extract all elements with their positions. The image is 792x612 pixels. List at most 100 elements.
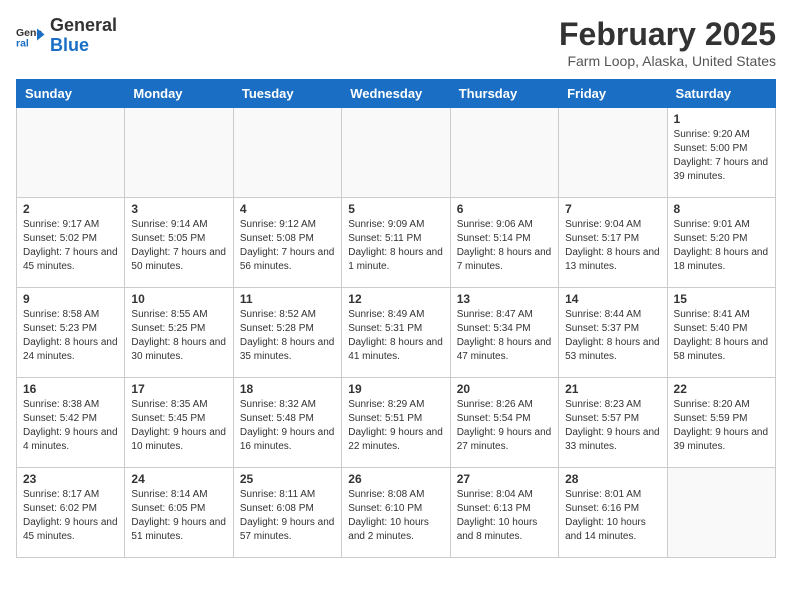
day-info: Sunrise: 8:58 AM Sunset: 5:23 PM Dayligh… (23, 308, 118, 364)
calendar-cell: 18 Sunrise: 8:32 AM Sunset: 5:48 PM Dayli… (233, 378, 341, 468)
day-number: 24 (131, 472, 226, 486)
day-number: 25 (240, 472, 335, 486)
day-info: Sunrise: 8:08 AM Sunset: 6:10 PM Dayligh… (348, 488, 443, 544)
day-info: Sunrise: 8:35 AM Sunset: 5:45 PM Dayligh… (131, 398, 226, 454)
day-number: 18 (240, 382, 335, 396)
day-info: Sunrise: 8:01 AM Sunset: 6:16 PM Dayligh… (565, 488, 660, 544)
calendar-week-row: 2 Sunrise: 9:17 AM Sunset: 5:02 PM Daylig… (17, 198, 776, 288)
logo-blue: Blue (50, 35, 89, 55)
day-number: 17 (131, 382, 226, 396)
calendar-cell: 2 Sunrise: 9:17 AM Sunset: 5:02 PM Daylig… (17, 198, 125, 288)
day-number: 10 (131, 292, 226, 306)
day-number: 14 (565, 292, 660, 306)
calendar-week-row: 23Sunrise: 8:17 AM Sunset: 6:02 PM Dayli… (17, 468, 776, 558)
calendar-cell: 25 Sunrise: 8:11 AM Sunset: 6:08 PM Dayli… (233, 468, 341, 558)
calendar-cell: 6 Sunrise: 9:06 AM Sunset: 5:14 PM Daylig… (450, 198, 558, 288)
calendar-cell: 4 Sunrise: 9:12 AM Sunset: 5:08 PM Daylig… (233, 198, 341, 288)
calendar-cell: 26 Sunrise: 8:08 AM Sunset: 6:10 PM Dayli… (342, 468, 450, 558)
calendar-cell (559, 108, 667, 198)
day-info: Sunrise: 8:23 AM Sunset: 5:57 PM Dayligh… (565, 398, 660, 454)
calendar-cell: 22Sunrise: 8:20 AM Sunset: 5:59 PM Dayli… (667, 378, 775, 468)
calendar-cell: 23Sunrise: 8:17 AM Sunset: 6:02 PM Dayli… (17, 468, 125, 558)
day-number: 28 (565, 472, 660, 486)
day-number: 7 (565, 202, 660, 216)
day-number: 2 (23, 202, 118, 216)
day-info: Sunrise: 8:26 AM Sunset: 5:54 PM Dayligh… (457, 398, 552, 454)
svg-text:ral: ral (16, 37, 29, 49)
day-info: Sunrise: 8:47 AM Sunset: 5:34 PM Dayligh… (457, 308, 552, 364)
day-number: 8 (674, 202, 769, 216)
calendar-cell: 28 Sunrise: 8:01 AM Sunset: 6:16 PM Dayli… (559, 468, 667, 558)
day-number: 13 (457, 292, 552, 306)
day-info: Sunrise: 9:06 AM Sunset: 5:14 PM Dayligh… (457, 218, 552, 274)
logo-general: General (50, 15, 117, 35)
day-info: Sunrise: 9:12 AM Sunset: 5:08 PM Dayligh… (240, 218, 335, 274)
calendar-header-friday: Friday (559, 80, 667, 108)
day-info: Sunrise: 8:11 AM Sunset: 6:08 PM Dayligh… (240, 488, 335, 544)
calendar-cell (667, 468, 775, 558)
calendar-table: SundayMondayTuesdayWednesdayThursdayFrid… (16, 79, 776, 558)
logo-icon: Gene ral (16, 21, 46, 51)
calendar-cell: 10 Sunrise: 8:55 AM Sunset: 5:25 PM Dayli… (125, 288, 233, 378)
calendar-week-row: 16 Sunrise: 8:38 AM Sunset: 5:42 PM Dayli… (17, 378, 776, 468)
day-number: 27 (457, 472, 552, 486)
title-area: February 2025 Farm Loop, Alaska, United … (559, 16, 776, 69)
day-info: Sunrise: 9:17 AM Sunset: 5:02 PM Dayligh… (23, 218, 118, 274)
day-number: 6 (457, 202, 552, 216)
day-info: Sunrise: 8:38 AM Sunset: 5:42 PM Dayligh… (23, 398, 118, 454)
calendar-cell: 27 Sunrise: 8:04 AM Sunset: 6:13 PM Dayli… (450, 468, 558, 558)
day-number: 4 (240, 202, 335, 216)
calendar-week-row: 9 Sunrise: 8:58 AM Sunset: 5:23 PM Daylig… (17, 288, 776, 378)
day-info: Sunrise: 9:04 AM Sunset: 5:17 PM Dayligh… (565, 218, 660, 274)
calendar-cell: 9 Sunrise: 8:58 AM Sunset: 5:23 PM Daylig… (17, 288, 125, 378)
calendar-cell (125, 108, 233, 198)
calendar-cell: 20Sunrise: 8:26 AM Sunset: 5:54 PM Dayli… (450, 378, 558, 468)
calendar-cell (342, 108, 450, 198)
calendar-cell (450, 108, 558, 198)
calendar-header-sunday: Sunday (17, 80, 125, 108)
day-number: 16 (23, 382, 118, 396)
day-info: Sunrise: 8:32 AM Sunset: 5:48 PM Dayligh… (240, 398, 335, 454)
day-info: Sunrise: 8:17 AM Sunset: 6:02 PM Dayligh… (23, 488, 118, 544)
day-info: Sunrise: 8:44 AM Sunset: 5:37 PM Dayligh… (565, 308, 660, 364)
day-info: Sunrise: 8:55 AM Sunset: 5:25 PM Dayligh… (131, 308, 226, 364)
day-info: Sunrise: 9:01 AM Sunset: 5:20 PM Dayligh… (674, 218, 769, 274)
calendar-cell: 15 Sunrise: 8:41 AM Sunset: 5:40 PM Dayli… (667, 288, 775, 378)
calendar-cell: 7 Sunrise: 9:04 AM Sunset: 5:17 PM Daylig… (559, 198, 667, 288)
day-info: Sunrise: 8:52 AM Sunset: 5:28 PM Dayligh… (240, 308, 335, 364)
logo: Gene ral General Blue (16, 16, 117, 56)
calendar-cell: 11 Sunrise: 8:52 AM Sunset: 5:28 PM Dayli… (233, 288, 341, 378)
calendar-header-tuesday: Tuesday (233, 80, 341, 108)
logo-text: General Blue (50, 16, 117, 56)
calendar-cell: 21 Sunrise: 8:23 AM Sunset: 5:57 PM Dayli… (559, 378, 667, 468)
calendar-cell: 17 Sunrise: 8:35 AM Sunset: 5:45 PM Dayli… (125, 378, 233, 468)
calendar-header-thursday: Thursday (450, 80, 558, 108)
day-number: 26 (348, 472, 443, 486)
day-info: Sunrise: 8:29 AM Sunset: 5:51 PM Dayligh… (348, 398, 443, 454)
day-number: 3 (131, 202, 226, 216)
day-number: 1 (674, 112, 769, 126)
day-info: Sunrise: 8:04 AM Sunset: 6:13 PM Dayligh… (457, 488, 552, 544)
calendar-week-row: 1Sunrise: 9:20 AM Sunset: 5:00 PM Daylig… (17, 108, 776, 198)
day-number: 15 (674, 292, 769, 306)
calendar-cell: 12Sunrise: 8:49 AM Sunset: 5:31 PM Dayli… (342, 288, 450, 378)
day-number: 5 (348, 202, 443, 216)
day-info: Sunrise: 9:14 AM Sunset: 5:05 PM Dayligh… (131, 218, 226, 274)
page-header: Gene ral General Blue February 2025 Farm… (16, 16, 776, 69)
day-number: 11 (240, 292, 335, 306)
location-subtitle: Farm Loop, Alaska, United States (559, 53, 776, 69)
day-info: Sunrise: 8:14 AM Sunset: 6:05 PM Dayligh… (131, 488, 226, 544)
day-number: 22 (674, 382, 769, 396)
calendar-cell: 1Sunrise: 9:20 AM Sunset: 5:00 PM Daylig… (667, 108, 775, 198)
day-info: Sunrise: 8:41 AM Sunset: 5:40 PM Dayligh… (674, 308, 769, 364)
day-number: 9 (23, 292, 118, 306)
calendar-cell: 5Sunrise: 9:09 AM Sunset: 5:11 PM Daylig… (342, 198, 450, 288)
month-title: February 2025 (559, 16, 776, 53)
calendar-cell: 16 Sunrise: 8:38 AM Sunset: 5:42 PM Dayli… (17, 378, 125, 468)
calendar-cell: 14 Sunrise: 8:44 AM Sunset: 5:37 PM Dayli… (559, 288, 667, 378)
calendar-header-wednesday: Wednesday (342, 80, 450, 108)
day-number: 21 (565, 382, 660, 396)
calendar-cell: 3 Sunrise: 9:14 AM Sunset: 5:05 PM Daylig… (125, 198, 233, 288)
day-info: Sunrise: 8:49 AM Sunset: 5:31 PM Dayligh… (348, 308, 443, 364)
calendar-cell: 24 Sunrise: 8:14 AM Sunset: 6:05 PM Dayli… (125, 468, 233, 558)
